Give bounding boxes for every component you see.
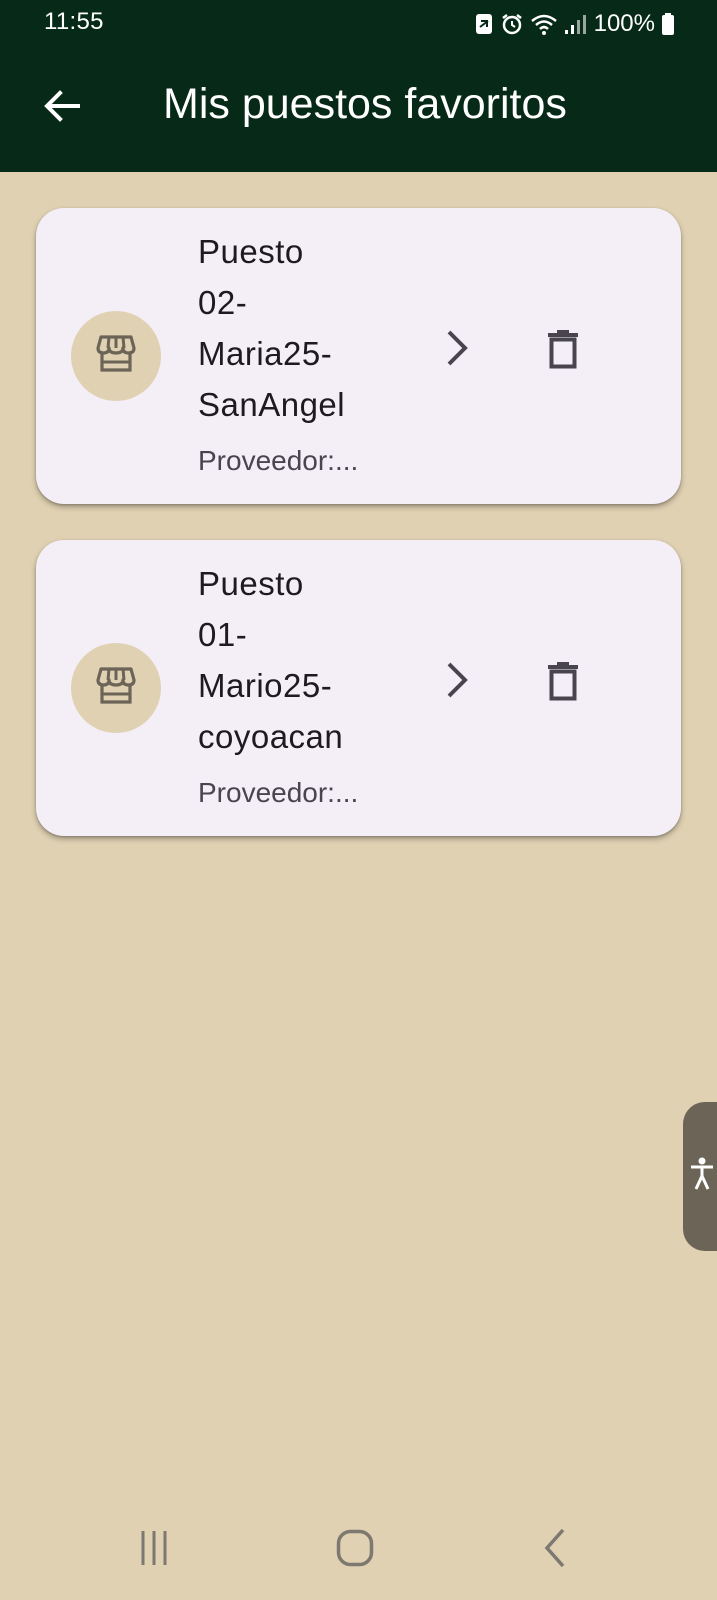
alarm-icon: [500, 12, 524, 36]
chevron-left-icon: [536, 1528, 576, 1573]
favorite-subtitle: Proveedor:...: [198, 777, 359, 808]
favorite-title-line: Mario25-: [198, 667, 333, 704]
accessibility-icon: [689, 1156, 715, 1197]
favorite-title-line: SanAngel: [198, 386, 346, 423]
system-back-button[interactable]: [521, 1520, 591, 1580]
favorite-title-line: Maria25-: [198, 335, 333, 372]
delete-favorite-button[interactable]: [533, 652, 593, 712]
status-bar: 11:55 100%: [0, 0, 717, 48]
battery-percentage: 100%: [593, 10, 655, 37]
app-bar: Mis puestos favoritos: [0, 48, 717, 172]
store-avatar: [71, 311, 161, 401]
arrow-back-icon: [42, 86, 82, 131]
trash-icon: [546, 326, 580, 375]
page-title: Mis puestos favoritos: [163, 80, 567, 128]
favorite-title-line: 02-: [198, 284, 248, 321]
home-button[interactable]: [320, 1520, 390, 1580]
open-favorite-button[interactable]: [426, 320, 486, 380]
storefront-icon: [93, 331, 139, 382]
favorite-card[interactable]: Puesto 02- Maria25- SanAngel Proveedor:.…: [36, 208, 681, 504]
status-icons: 100%: [474, 9, 675, 39]
signal-icon: [564, 12, 586, 36]
open-favorite-button[interactable]: [426, 652, 486, 712]
system-nav-bar: [0, 1500, 717, 1600]
favorite-title-line: 01-: [198, 616, 248, 653]
delete-favorite-button[interactable]: [533, 320, 593, 380]
trash-icon: [546, 658, 580, 707]
favorite-title: Puesto 01- Mario25- coyoacan: [198, 558, 398, 762]
favorite-card[interactable]: Puesto 01- Mario25- coyoacan Proveedor:.…: [36, 540, 681, 836]
wifi-icon: [530, 12, 558, 36]
chevron-right-icon: [439, 658, 473, 707]
recents-button[interactable]: [119, 1520, 189, 1580]
accessibility-button[interactable]: [683, 1102, 717, 1251]
favorite-subtitle: Proveedor:...: [198, 445, 359, 476]
favorite-title-line: coyoacan: [198, 718, 344, 755]
back-button[interactable]: [32, 78, 92, 138]
favorite-title-line: Puesto: [198, 565, 304, 602]
favorite-title-line: Puesto: [198, 233, 304, 270]
header: 11:55 100% Mis puestos favoritos: [0, 0, 717, 172]
home-icon: [335, 1528, 375, 1573]
battery-icon: [661, 12, 675, 36]
store-avatar: [71, 643, 161, 733]
storefront-icon: [93, 663, 139, 714]
favorite-title: Puesto 02- Maria25- SanAngel: [198, 226, 398, 430]
data-saver-icon: [474, 12, 494, 36]
chevron-right-icon: [439, 326, 473, 375]
status-time: 11:55: [44, 8, 104, 35]
recents-icon: [134, 1528, 174, 1573]
